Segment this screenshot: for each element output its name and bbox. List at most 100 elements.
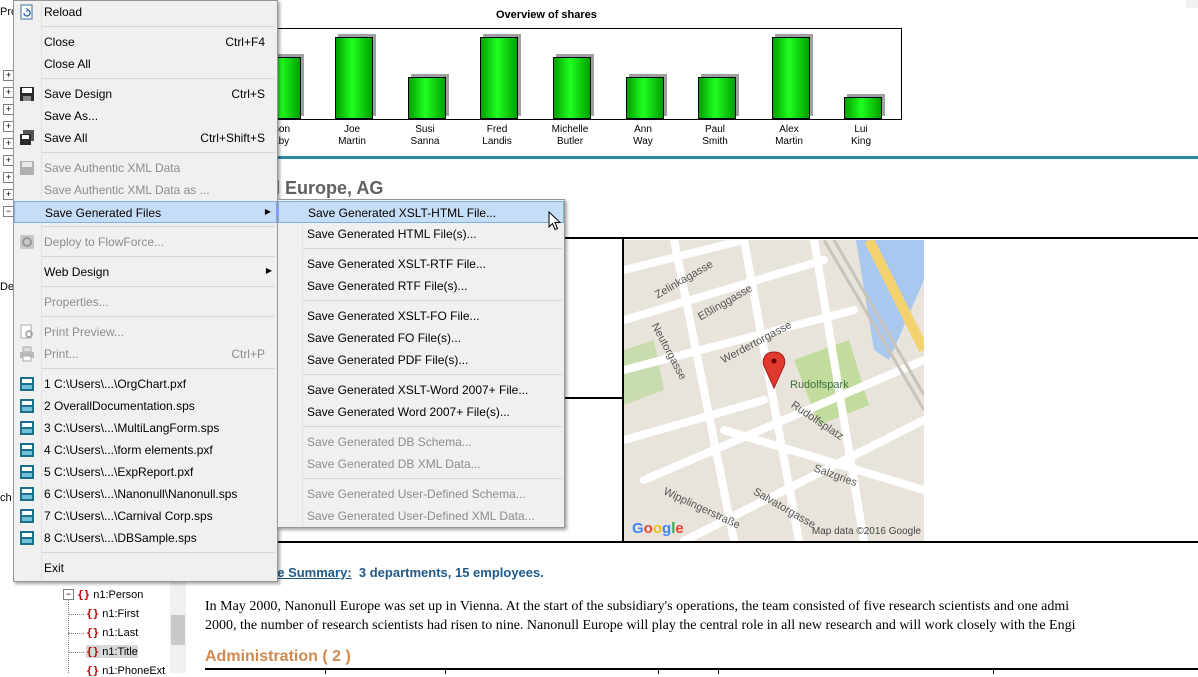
section-divider (270, 156, 1198, 159)
file-menu: Reload Close Ctrl+F4 Close All Save Desi… (13, 0, 278, 582)
google-logo: Google (632, 520, 684, 537)
department-table (205, 668, 1198, 676)
menu-item-recent-file[interactable]: 1 C:\Users\...\OrgChart.pxf (14, 373, 277, 395)
file-icon (19, 486, 35, 502)
save-icon (19, 86, 35, 102)
tree-node-person[interactable]: − {} n1:Person (63, 588, 143, 601)
element-icon: {} (86, 664, 100, 677)
chart-title: Overview of shares (496, 9, 597, 21)
menu-item-save-generated-files[interactable]: Save Generated Files ▶ (14, 201, 277, 223)
chart-category-label: Michelle Butler (535, 124, 605, 148)
menu-item-print: Print... Ctrl+P (14, 343, 277, 365)
menu-item-recent-file[interactable]: 3 C:\Users\...\MultiLangForm.sps (14, 417, 277, 439)
submenu-item-xslt-fo[interactable]: Save Generated XSLT-FO File... (278, 305, 564, 327)
save-all-icon (19, 130, 35, 146)
summary-label: ce Summary: (270, 565, 352, 580)
tree-node-label: n1:Person (93, 588, 144, 601)
file-icon (19, 420, 35, 436)
chart-bar (772, 37, 810, 119)
submenu-item-xslt-html[interactable]: Save Generated XSLT-HTML File... (278, 201, 564, 223)
chart-label-line: Way (633, 136, 653, 147)
menu-item-save-as[interactable]: Save As... (14, 105, 277, 127)
table-border (270, 541, 1198, 543)
chart-label-line: Susi (415, 124, 435, 135)
chart-bar (844, 97, 882, 119)
chart-category-label: Joe Martin (317, 124, 387, 148)
tree-node-label: n1:Last (102, 626, 139, 639)
menu-item-save-authentic-xml: Save Authentic XML Data (14, 157, 277, 179)
menu-item-exit[interactable]: Exit (14, 557, 277, 579)
chart-bar (626, 77, 664, 119)
chart-label-line: Butler (556, 136, 584, 147)
chart-category-label: Ann Way (608, 124, 678, 148)
tree-node-phoneext[interactable]: {} n1:PhoneExt (86, 664, 165, 677)
submenu-item-pdf[interactable]: Save Generated PDF File(s)... (278, 349, 564, 371)
menu-item-recent-file[interactable]: 7 C:\Users\...\Carnival Corp.sps (14, 505, 277, 527)
chart-label-line: Sanna (410, 136, 440, 147)
chart-category-label: Susi Sanna (390, 124, 460, 148)
print-icon (19, 346, 35, 362)
file-icon (19, 508, 35, 524)
submenu-item-user-schema: Save Generated User-Defined Schema... (307, 487, 526, 501)
save-generated-files-submenu: Save Generated XSLT-HTML File... Save Ge… (277, 199, 565, 528)
chart-bar (480, 37, 518, 119)
paragraph-line: 2000, the number of research scientists … (205, 618, 1076, 633)
file-icon (19, 376, 35, 392)
tree-node-label: n1:First (102, 607, 139, 620)
collapse-icon[interactable]: − (63, 589, 74, 600)
submenu-item-xslt-rtf[interactable]: Save Generated XSLT-RTF File... (278, 253, 564, 275)
menu-item-web-design[interactable]: Web Design ▶ (14, 261, 277, 283)
chart-category-label: Paul Smith (680, 124, 750, 148)
chart-category-label: Fred Landis (462, 124, 532, 148)
menu-item-reload[interactable]: Reload (14, 1, 277, 23)
chart-label-line: Michelle (551, 124, 589, 135)
submenu-item-db-schema: Save Generated DB Schema... (307, 435, 472, 449)
tree-node-last[interactable]: {} n1:Last (86, 626, 138, 639)
shares-chart (263, 28, 902, 120)
office-summary: ce Summary: 3 departments, 15 employees. (270, 565, 544, 580)
file-icon (19, 398, 35, 414)
reload-icon (19, 4, 35, 20)
company-title: ll Europe, AG (270, 178, 384, 198)
menu-item-properties: Properties... (44, 295, 109, 309)
tree-node-title[interactable]: {} n1:Title (86, 645, 138, 658)
chart-label-line: Landis (482, 136, 512, 147)
submenu-arrow-icon: ▶ (264, 207, 271, 216)
menu-item-recent-file[interactable]: 4 C:\Users\...\form elements.pxf (14, 439, 277, 461)
menu-item-close[interactable]: Close Ctrl+F4 (14, 31, 277, 53)
menu-item-recent-file[interactable]: 5 C:\Users\...\ExpReport.pxf (14, 461, 277, 483)
menu-item-print-preview: Print Preview... (14, 321, 277, 343)
submenu-item-word[interactable]: Save Generated Word 2007+ File(s)... (278, 401, 564, 423)
menu-item-save-design[interactable]: Save Design Ctrl+S (14, 83, 277, 105)
chart-label-line: Martin (775, 136, 803, 147)
tree-node-label: n1:PhoneExt (102, 664, 166, 677)
chart-label-line: Lui (854, 124, 868, 135)
chart-label-line: Alex (779, 124, 799, 135)
submenu-item-rtf[interactable]: Save Generated RTF File(s)... (278, 275, 564, 297)
submenu-item-fo[interactable]: Save Generated FO File(s)... (278, 327, 564, 349)
chart-category-label: Lui King (826, 124, 896, 148)
chart-label-line: Fred (486, 124, 508, 135)
submenu-item-html[interactable]: Save Generated HTML File(s)... (278, 223, 564, 245)
submenu-item-xslt-word[interactable]: Save Generated XSLT-Word 2007+ File... (278, 379, 564, 401)
save-xml-icon (19, 160, 35, 176)
scrollbar-thumb[interactable] (171, 615, 185, 645)
submenu-item-db-xml: Save Generated DB XML Data... (307, 457, 481, 471)
menu-item-recent-file[interactable]: 6 C:\Users\...\Nanonull\Nanonull.sps (14, 483, 277, 505)
location-map[interactable]: Zelinkagasse Eßlinggasse Neutorgasse Wer… (624, 240, 924, 541)
table-border (564, 397, 622, 399)
file-icon (19, 464, 35, 480)
tree-node-first[interactable]: {} n1:First (86, 607, 139, 620)
element-icon: {} (77, 588, 91, 601)
chart-category-label: Alex Martin (754, 124, 824, 148)
menu-item-recent-file[interactable]: 8 C:\Users\...\DBSample.sps (14, 527, 277, 549)
map-copyright: Map data ©2016 Google (811, 526, 921, 537)
panel-title-fragment: ch (0, 492, 12, 504)
document-scrollbar[interactable] (1186, 0, 1198, 8)
menu-item-recent-file[interactable]: 2 OverallDocumentation.sps (14, 395, 277, 417)
menu-item-save-all[interactable]: Save All Ctrl+Shift+S (14, 127, 277, 149)
chart-bar (408, 77, 446, 119)
menu-item-save-authentic-xml-as: Save Authentic XML Data as ... (44, 183, 210, 197)
menu-item-close-all[interactable]: Close All (14, 53, 277, 75)
submenu-item-user-xml: Save Generated User-Defined XML Data... (307, 509, 535, 523)
